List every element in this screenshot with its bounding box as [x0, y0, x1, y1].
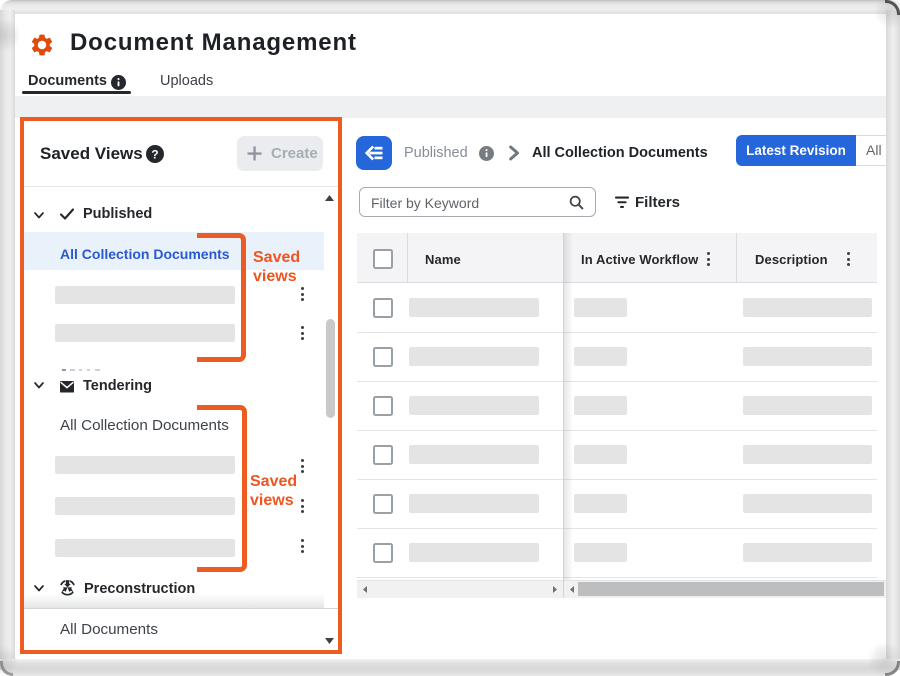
- svg-text:?: ?: [151, 147, 158, 161]
